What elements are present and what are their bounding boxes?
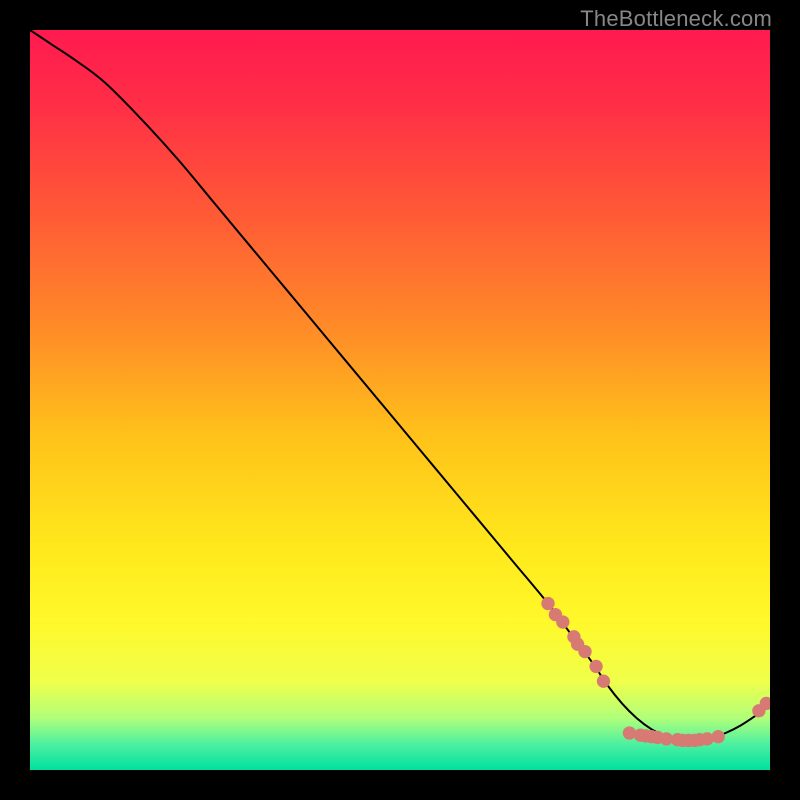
- plot-area: [30, 30, 770, 770]
- data-marker: [712, 730, 725, 743]
- watermark-text: TheBottleneck.com: [580, 6, 772, 32]
- data-marker: [556, 615, 569, 628]
- data-marker: [589, 660, 602, 673]
- curve-line: [30, 30, 770, 741]
- markers-group: [541, 597, 770, 747]
- data-marker: [541, 597, 554, 610]
- data-marker: [578, 645, 591, 658]
- data-marker: [700, 732, 713, 745]
- chart-container: TheBottleneck.com: [0, 0, 800, 800]
- data-marker: [597, 675, 610, 688]
- data-marker: [623, 726, 636, 739]
- chart-svg: [30, 30, 770, 770]
